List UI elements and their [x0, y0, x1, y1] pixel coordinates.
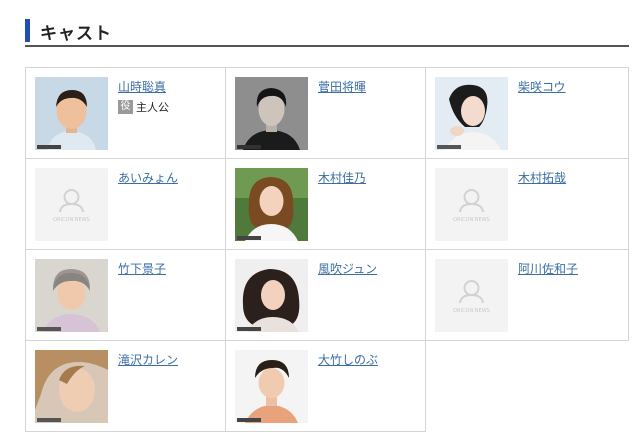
cast-card: 竹下景子 [25, 249, 226, 341]
photo-placeholder[interactable]: ORICON NEWS [435, 168, 508, 241]
cast-name-link[interactable]: 木村拓哉 [518, 169, 566, 186]
cast-name-link[interactable]: 阿川佐和子 [518, 260, 578, 277]
section-header: キャスト [25, 17, 629, 47]
header-accent-bar [25, 19, 30, 42]
cast-card: ORICON NEWS あいみょん [25, 158, 226, 250]
cast-card: 木村佳乃 [225, 158, 426, 250]
cast-name-link[interactable]: 大竹しのぶ [318, 351, 378, 368]
cast-name-link[interactable]: 菅田将暉 [318, 78, 366, 95]
role-line: 役主人公 [118, 99, 169, 115]
cast-name-link[interactable]: 竹下景子 [118, 260, 166, 277]
cast-photo[interactable] [435, 77, 508, 150]
cast-card: 菅田将暉 [225, 67, 426, 159]
cast-name-link[interactable]: 風吹ジュン [318, 260, 377, 277]
cast-card: 山時聡真 役主人公 [25, 67, 226, 159]
cast-card: 大竹しのぶ [225, 340, 426, 432]
cast-name-link[interactable]: 滝沢カレン [118, 351, 178, 368]
cast-photo[interactable] [235, 350, 308, 423]
cast-photo[interactable] [35, 77, 108, 150]
cast-card: ORICON NEWS 木村拓哉 [425, 158, 629, 250]
section-title: キャスト [40, 24, 112, 44]
cast-card: 柴咲コウ [425, 67, 629, 159]
cast-name-link[interactable]: 木村佳乃 [318, 169, 366, 186]
cast-card: 風吹ジュン [225, 249, 426, 341]
photo-placeholder[interactable]: ORICON NEWS [35, 168, 108, 241]
cast-photo[interactable] [235, 168, 308, 241]
cast-photo[interactable] [235, 77, 308, 150]
cast-name-link[interactable]: 柴咲コウ [518, 78, 566, 95]
placeholder-label: ORICON NEWS [453, 217, 490, 223]
placeholder-label: ORICON NEWS [53, 217, 90, 223]
cast-name-link[interactable]: あいみょん [118, 169, 178, 186]
photo-placeholder[interactable]: ORICON NEWS [435, 259, 508, 332]
cast-photo[interactable] [35, 350, 108, 423]
role-text: 主人公 [136, 101, 169, 114]
cast-card: ORICON NEWS 阿川佐和子 [425, 249, 629, 341]
cast-card: 滝沢カレン [25, 340, 226, 432]
cast-photo[interactable] [235, 259, 308, 332]
placeholder-label: ORICON NEWS [453, 308, 490, 314]
role-badge: 役 [118, 100, 133, 114]
cast-name-link[interactable]: 山時聡真 [118, 78, 166, 95]
cast-photo[interactable] [35, 259, 108, 332]
